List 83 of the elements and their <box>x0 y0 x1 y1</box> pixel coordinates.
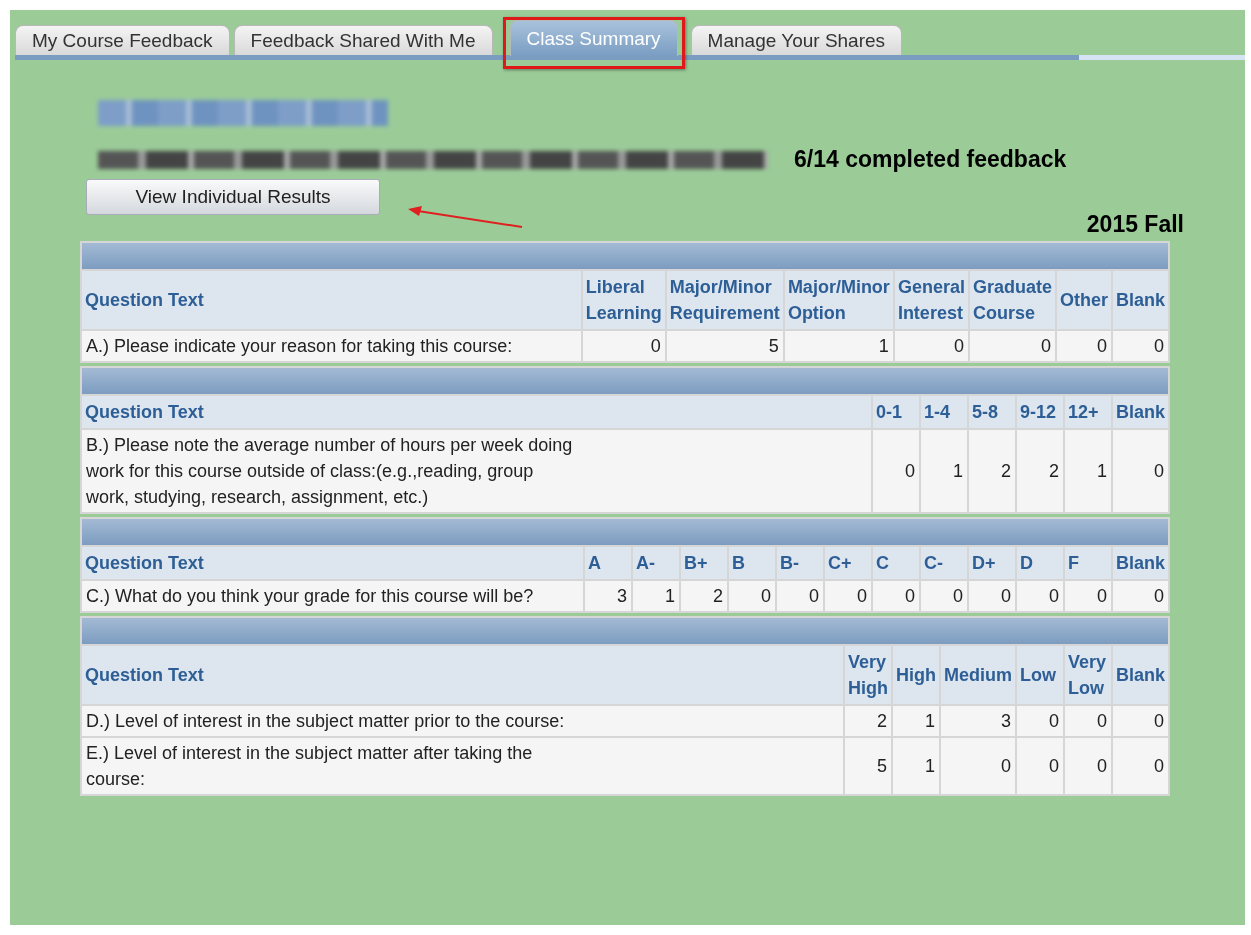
column-header: B+ <box>679 546 728 580</box>
table-cell: 3 <box>939 705 1016 737</box>
table-cell-text: E.) Level of interest in the subject matter after taking the course: <box>86 742 534 791</box>
column-header: C+ <box>823 546 872 580</box>
column-header: 5-8 <box>967 395 1016 429</box>
column-header: 1-4 <box>919 395 968 429</box>
column-header: Blank <box>1111 395 1169 429</box>
column-header: Medium <box>939 645 1016 705</box>
completed-count: 6/14 completed feedback <box>794 146 1067 173</box>
tab[interactable]: Manage Your Shares <box>690 25 903 55</box>
column-header: Low <box>1015 645 1064 705</box>
table-cell: 0 <box>1111 580 1169 612</box>
table-cell-text: A.) Please indicate your reason for taking this course: <box>86 335 514 358</box>
table-cell: 5 <box>665 330 784 362</box>
table-cell: 2 <box>843 705 892 737</box>
column-header: A <box>583 546 632 580</box>
table-cell: 0 <box>939 737 1016 795</box>
table-cell: 1 <box>631 580 680 612</box>
tab[interactable]: Feedback Shared With Me <box>233 25 493 55</box>
table-cell: 1 <box>891 737 940 795</box>
table-cell: 0 <box>1111 429 1169 513</box>
table-cell: 0 <box>967 580 1016 612</box>
table-cell: 0 <box>1111 330 1169 362</box>
table-cell: 1 <box>891 705 940 737</box>
table-cell: 2 <box>967 429 1016 513</box>
column-header: Blank <box>1111 645 1169 705</box>
table-cell: 0 <box>1063 580 1112 612</box>
table-cell: 0 <box>1015 580 1064 612</box>
column-header: A- <box>631 546 680 580</box>
column-header: Graduate Course <box>968 270 1056 330</box>
table-cell: 1 <box>1063 429 1112 513</box>
table-cell: 0 <box>727 580 776 612</box>
table-cell-text: B.) Please note the average number of hours per week doing work for this course outside of class:(e.g.,reading, group work, studying, research, assignment, etc.) <box>86 434 574 509</box>
column-header: Other <box>1055 270 1112 330</box>
column-header: Blank <box>1111 270 1169 330</box>
table-cell: 0 <box>1111 737 1169 795</box>
table-cell: 0 <box>919 580 968 612</box>
column-header: 12+ <box>1063 395 1112 429</box>
column-header: Question Text <box>81 645 844 705</box>
term-label: 2015 Fall <box>1086 211 1184 238</box>
column-header: Major/Minor Option <box>783 270 894 330</box>
column-header: D <box>1015 546 1064 580</box>
table-cell: 0 <box>1015 737 1064 795</box>
tab[interactable]: My Course Feedback <box>15 25 230 55</box>
table-cell: 0 <box>968 330 1056 362</box>
table-cell: 0 <box>1015 705 1064 737</box>
column-header: Blank <box>1111 546 1169 580</box>
table-cell: 0 <box>775 580 824 612</box>
column-header: Question Text <box>81 546 584 580</box>
column-header: C- <box>919 546 968 580</box>
table-cell-text: D.) Level of interest in the subject matter prior to the course: <box>86 710 566 733</box>
table-cell: 0 <box>823 580 872 612</box>
column-header: B <box>727 546 776 580</box>
column-header: 0-1 <box>871 395 920 429</box>
table-cell: 0 <box>581 330 666 362</box>
table-cell: 0 <box>1055 330 1112 362</box>
column-header: D+ <box>967 546 1016 580</box>
column-header: Major/Minor Requirement <box>665 270 784 330</box>
table-cell: 0 <box>1063 705 1112 737</box>
column-header: C <box>871 546 920 580</box>
table-cell: 1 <box>919 429 968 513</box>
table-cell: 0 <box>1111 705 1169 737</box>
column-header: Liberal Learning <box>581 270 666 330</box>
table-cell-text: C.) What do you think your grade for this course will be? <box>86 585 535 608</box>
table-cell: 0 <box>893 330 969 362</box>
table-cell: 0 <box>1063 737 1112 795</box>
column-header: B- <box>775 546 824 580</box>
table-cell: 2 <box>1015 429 1064 513</box>
table-cell: 3 <box>583 580 632 612</box>
table-cell: 2 <box>679 580 728 612</box>
column-header: Question Text <box>81 395 872 429</box>
column-header: 9-12 <box>1015 395 1064 429</box>
column-header: F <box>1063 546 1112 580</box>
table-cell: 0 <box>871 580 920 612</box>
column-header: Very High <box>843 645 892 705</box>
view-results-button[interactable]: View Individual Results <box>86 179 380 215</box>
table-cell: 1 <box>783 330 894 362</box>
column-header: Very Low <box>1063 645 1112 705</box>
column-header: High <box>891 645 940 705</box>
column-header: General Interest <box>893 270 969 330</box>
column-header: Question Text <box>81 270 582 330</box>
table-cell: 0 <box>871 429 920 513</box>
table-cell: 5 <box>843 737 892 795</box>
